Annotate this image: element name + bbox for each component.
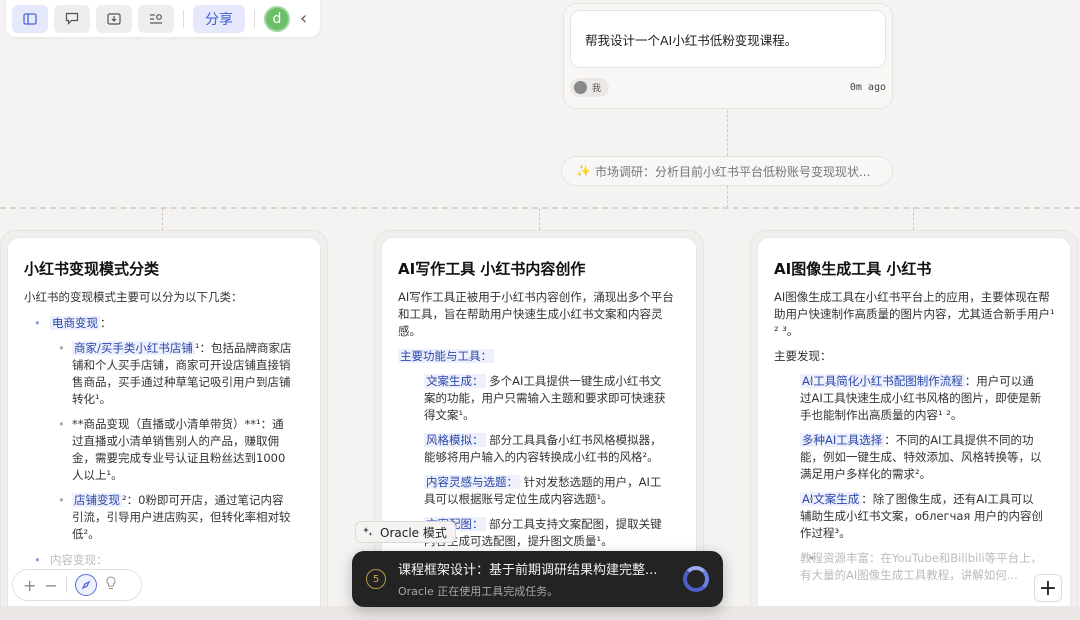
result-card-3[interactable]: AI图像生成工具 小红书 AI图像生成工具在小红书平台上的应用，主要体现在帮助用… xyxy=(750,230,1078,620)
list-item: 多种AI工具选择：不同的AI工具提供不同的功能，例如一键生成、特效添加、风格转换… xyxy=(772,432,1056,483)
download-button[interactable] xyxy=(96,4,132,33)
lightbulb-icon[interactable] xyxy=(105,575,117,595)
list-item: AI文案生成：除了图像生成，还有AI工具可以辅助生成小红书文案，облегчая… xyxy=(772,491,1056,542)
connector-line xyxy=(162,208,163,230)
connector-line xyxy=(727,110,728,156)
zoom-divider xyxy=(65,577,67,593)
highlight-term[interactable]: AI工具简化小红书配图制作流程 xyxy=(800,374,965,388)
section-heading: 主要功能与工具： xyxy=(398,349,494,363)
oracle-mode-chip[interactable]: Oracle 模式 xyxy=(355,521,456,543)
highlight-term[interactable]: 文案生成： xyxy=(424,374,486,388)
highlight-term[interactable]: AI文案生成 xyxy=(800,492,862,506)
connector-line xyxy=(539,208,540,230)
prompt-node[interactable]: 帮我设计一个AI小红书低粉变现课程。 我 0m ago xyxy=(563,3,893,109)
research-step-text: 市场调研：分析目前小红书平台低粉账号变现现状... xyxy=(594,164,871,179)
search-list-icon xyxy=(150,13,162,24)
step-number-badge: 5 xyxy=(366,569,386,589)
toolbar-divider xyxy=(254,9,255,28)
download-icon xyxy=(107,12,121,25)
highlight-term[interactable]: 多种AI工具选择 xyxy=(800,433,885,447)
card-intro: AI写作工具正被用于小红书内容创作，涌现出多个平台和工具，旨在帮助用户快速生成小… xyxy=(398,290,674,338)
user-avatar[interactable]: d xyxy=(264,5,290,32)
list-item: 内容灵感与选题： 针对发愁选题的用户，AI工具可以根据账号定位生成内容选题¹。 xyxy=(396,474,682,508)
author-name: 我 xyxy=(592,84,602,94)
author-pill: 我 xyxy=(570,78,610,97)
list-item: 教程资源丰富：在YouTube和Bilibili等平台上，有大量的AI图像生成工… xyxy=(772,550,1056,584)
zoom-in-button[interactable]: + xyxy=(23,576,36,595)
list-item: 商家/买手类小红书店铺¹：包括品牌商家店铺和个人买手店铺，商家可开设店铺直接销售… xyxy=(22,340,306,408)
highlight-term[interactable]: 内容灵感与选题： xyxy=(424,475,520,489)
loading-spinner-icon xyxy=(683,566,709,592)
list-item: **商品变现（直播或小清单带货）**¹：通过直播或小清单销售别人的产品，赚取佣金… xyxy=(22,416,306,484)
task-status: Oracle 正在使用工具完成任务。 xyxy=(398,585,559,598)
highlight-term[interactable]: 店铺变现 xyxy=(72,493,122,507)
prompt-text: 帮我设计一个AI小红书低粉变现课程。 xyxy=(570,10,886,68)
search-list-button[interactable] xyxy=(138,4,174,33)
bottom-strip xyxy=(0,606,1080,620)
section-heading: 主要发现： xyxy=(774,349,832,363)
card-title: AI写作工具 小红书内容创作 xyxy=(398,260,586,278)
canvas[interactable]: 分享 d ‹ 帮我设计一个AI小红书低粉变现课程。 我 0m ago ✨ 市场调… xyxy=(0,0,1080,620)
chat-icon xyxy=(65,12,79,25)
highlight-term[interactable]: 电商变现 xyxy=(50,316,100,330)
connector-line xyxy=(727,186,728,208)
list-item: 店铺变现²：0粉即可开店，通过笔记内容引流，引导用户进店购买，但转化率相对较低²… xyxy=(22,492,306,543)
zoom-out-button[interactable]: − xyxy=(44,576,57,595)
collapse-chevron-icon[interactable]: ‹ xyxy=(296,8,307,29)
sparkle-icon: ✨ xyxy=(576,164,591,178)
result-card-1[interactable]: 小红书变现模式分类 小红书的变现模式主要可以分为以下几类： 电商变现： 商家/买… xyxy=(0,230,328,620)
top-toolbar: 分享 d ‹ xyxy=(6,0,320,37)
highlight-term[interactable]: 风格模拟： xyxy=(424,433,486,447)
list-item: 内容变现： xyxy=(22,552,306,569)
toolbar-divider xyxy=(183,9,184,28)
author-avatar-icon xyxy=(574,81,587,94)
sidebar-toggle-button[interactable] xyxy=(12,4,48,33)
add-button[interactable]: + xyxy=(1034,574,1062,602)
connector-line xyxy=(913,208,914,230)
research-step-node[interactable]: ✨ 市场调研：分析目前小红书平台低粉账号变现现状... xyxy=(561,156,893,186)
task-title: 课程框架设计：基于前期调研结果构建完整... xyxy=(398,563,658,578)
list-item: 文案生成： 多个AI工具提供一键生成小红书文案的功能，用户只需输入主题和要求即可… xyxy=(396,373,682,424)
card-title: AI图像生成工具 小红书 xyxy=(774,260,932,278)
chat-button[interactable] xyxy=(54,4,90,33)
card-title: 小红书变现模式分类 xyxy=(24,260,160,278)
highlight-term[interactable]: 商家/买手类小红书店铺 xyxy=(72,341,195,355)
share-button[interactable]: 分享 xyxy=(193,4,245,33)
zoom-controls: + − xyxy=(12,569,142,601)
card-intro: AI图像生成工具在小红书平台上的应用，主要体现在帮助用户快速制作高质量的图片内容… xyxy=(774,290,1055,338)
list-item: 风格模拟： 部分工具具备小红书风格模拟器，能够将用户输入的内容转换成小红书的风格… xyxy=(396,432,682,466)
task-status-bar[interactable]: 5 课程框架设计：基于前期调研结果构建完整... Oracle 正在使用工具完成… xyxy=(352,551,723,607)
compass-icon[interactable] xyxy=(74,574,97,596)
list-item: AI工具简化小红书配图制作流程：用户可以通过AI工具快速生成小红书风格的图片，即… xyxy=(772,373,1056,424)
timestamp: 0m ago xyxy=(849,82,886,93)
list-item: 电商变现： xyxy=(22,315,306,332)
card-intro: 小红书的变现模式主要可以分为以下几类： xyxy=(24,290,243,304)
sidebar-icon xyxy=(23,12,37,25)
oracle-mode-label: Oracle 模式 xyxy=(380,525,447,540)
sparkle-tool-icon xyxy=(363,527,373,536)
